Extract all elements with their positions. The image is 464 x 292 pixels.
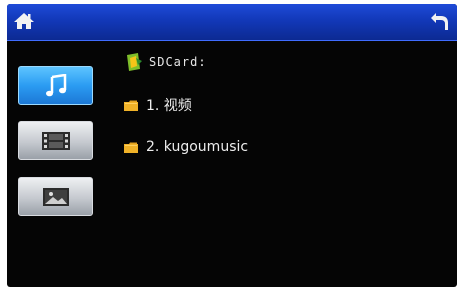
- video-category-button[interactable]: [18, 121, 93, 160]
- back-arrow-icon: [431, 13, 448, 30]
- music-note-icon: [45, 73, 66, 96]
- photo-category-button[interactable]: [18, 177, 93, 216]
- list-item[interactable]: 1. 视频: [124, 95, 192, 115]
- music-category-button[interactable]: [18, 66, 93, 105]
- list-item-label: 2. kugoumusic: [146, 139, 249, 155]
- back-button[interactable]: [430, 10, 450, 32]
- list-item-label: 1. 视频: [146, 98, 192, 114]
- title-bar: [7, 4, 457, 41]
- picture-icon: [42, 187, 69, 206]
- film-icon: [41, 131, 70, 150]
- drive-label: SDCard:: [149, 55, 207, 69]
- folder-icon: [124, 100, 138, 111]
- home-button[interactable]: [13, 11, 35, 31]
- list-item[interactable]: 2. kugoumusic: [124, 137, 248, 157]
- sd-card-icon: [127, 53, 142, 71]
- drive-path: SDCard:: [124, 51, 207, 73]
- device-screen: SDCard: 1. 视频 2. kugoumusic: [7, 4, 457, 287]
- home-icon: [14, 13, 34, 29]
- folder-icon: [124, 142, 138, 153]
